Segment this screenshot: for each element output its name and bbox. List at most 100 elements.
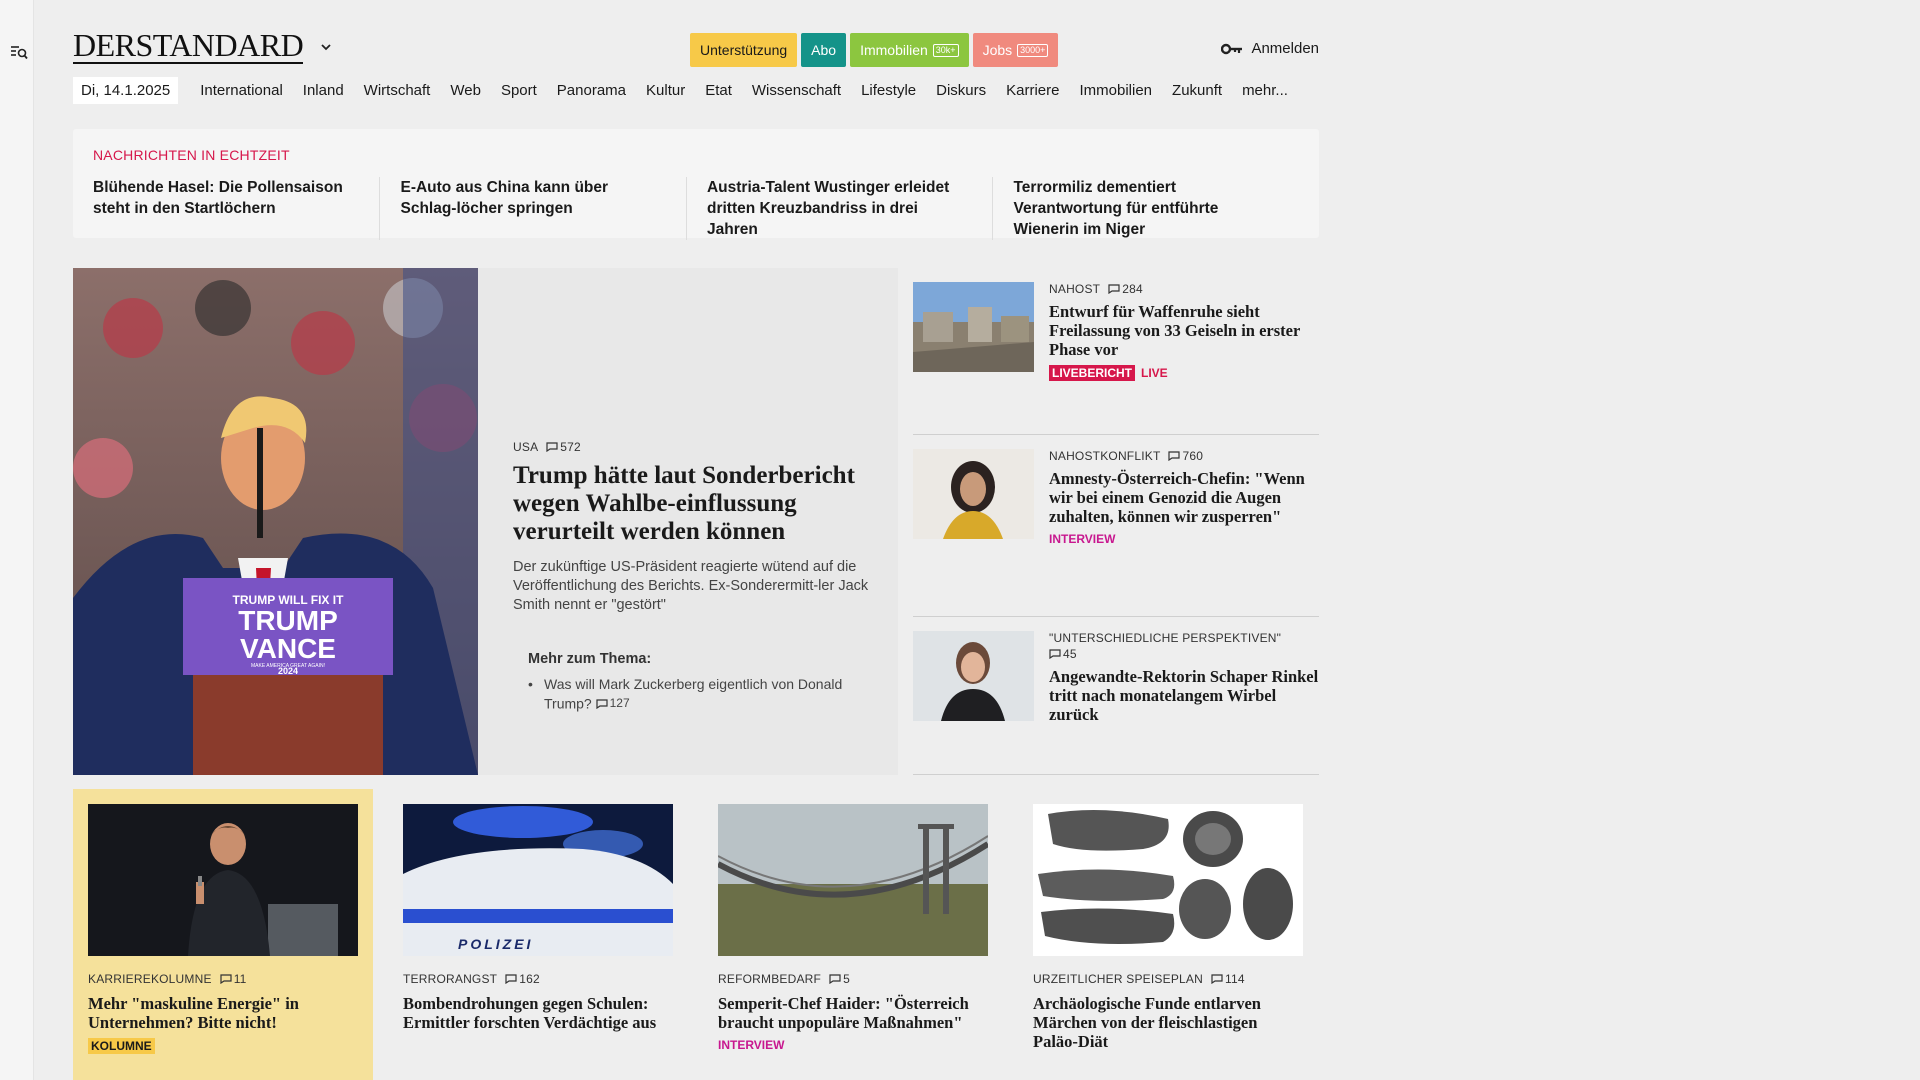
livebericht-badge: LIVEBERICHT xyxy=(1049,365,1136,381)
service-pills: Unterstützung Abo Immobilien 30k+ Jobs 300… xyxy=(690,33,1059,67)
side-story[interactable]: "UNTERSCHIEDLICHE PERSPEKTIVEN" 45 Angew… xyxy=(913,617,1319,775)
immobilien-count: 30k+ xyxy=(932,43,959,57)
bottom-stories: KARRIEREKOLUMNE 11 Mehr "maskuline Energ… xyxy=(73,789,1319,1080)
side-story[interactable]: NAHOSTKONFLIKT 760 Amnesty-Österreich-Ch… xyxy=(913,435,1319,617)
interview-badge: INTERVIEW xyxy=(1049,532,1116,546)
interview-badge: INTERVIEW xyxy=(718,1038,785,1052)
live-ticker: NACHRICHTEN IN ECHTZEIT Blühende Hasel: … xyxy=(73,129,1319,240)
login-button[interactable]: Anmelden xyxy=(1221,40,1319,57)
story-card[interactable]: REFORMBEDARF 5 Semperit-Chef Haider: "Ös… xyxy=(703,789,1003,1080)
current-date: Di, 14.1.2025 xyxy=(73,76,179,104)
left-rail xyxy=(0,0,34,1080)
story-image[interactable] xyxy=(913,449,1034,539)
comment-count[interactable]: 760 xyxy=(1168,449,1203,463)
site-logo[interactable]: DERSTANDARD xyxy=(73,28,304,64)
story-headline[interactable]: Entwurf für Waffenruhe sieht Freilassung… xyxy=(1049,302,1319,359)
story-image[interactable] xyxy=(913,631,1034,721)
story-headline[interactable]: Mehr "maskuline Energie" in Unternehmen?… xyxy=(88,994,358,1032)
related-link[interactable]: Was will Mark Zuckerberg eigentlich von … xyxy=(528,675,873,714)
lead-story[interactable]: TRUMP WILL FIX IT TRUMP VANCE MAKE AMERI… xyxy=(73,268,898,775)
nav-item[interactable]: Zukunft xyxy=(1162,82,1232,99)
comment-icon xyxy=(220,974,232,984)
sign-line1: TRUMP xyxy=(238,605,338,636)
nav-item[interactable]: Panorama xyxy=(547,82,636,99)
story-headline[interactable]: Semperit-Chef Haider: "Österreich brauch… xyxy=(718,994,988,1032)
comment-count[interactable]: 572 xyxy=(546,440,581,454)
comment-count[interactable]: 162 xyxy=(505,972,540,986)
ticker-item[interactable]: Blühende Hasel: Die Pollensaison steht i… xyxy=(93,177,379,240)
story-image[interactable] xyxy=(913,282,1034,372)
story-card[interactable]: URZEITLICHER SPEISEPLAN 114 Archäologisc… xyxy=(1018,789,1318,1080)
lead-photo: TRUMP WILL FIX IT TRUMP VANCE MAKE AMERI… xyxy=(73,268,478,775)
nav-item[interactable]: Sport xyxy=(491,82,547,99)
comment-count[interactable]: 11 xyxy=(220,972,247,986)
story-headline[interactable]: Amnesty-Österreich-Chefin: "Wenn wir bei… xyxy=(1049,469,1319,526)
related-articles: Mehr zum Thema: Was will Mark Zuckerberg… xyxy=(513,651,873,714)
police-text: POLIZEI xyxy=(458,936,533,952)
immobilien-button[interactable]: Immobilien 30k+ xyxy=(850,33,969,67)
comment-count[interactable]: 114 xyxy=(1211,972,1245,986)
nav-item[interactable]: Kultur xyxy=(636,82,695,99)
story-kicker: TERRORANGST 162 xyxy=(403,972,540,986)
menu-search-icon[interactable] xyxy=(10,44,28,60)
lead-kicker: USA 572 xyxy=(513,440,581,454)
nav-item[interactable]: Etat xyxy=(695,82,742,99)
lead-image[interactable]: TRUMP WILL FIX IT TRUMP VANCE MAKE AMERI… xyxy=(73,268,478,775)
comment-icon xyxy=(829,974,841,984)
story-kicker: "UNTERSCHIEDLICHE PERSPEKTIVEN" xyxy=(1049,631,1282,645)
comment-icon xyxy=(505,974,517,984)
story-card[interactable]: POLIZEI TERRORANGST 162 Bombendrohungen … xyxy=(388,789,688,1080)
story-kicker: REFORMBEDARF 5 xyxy=(718,972,850,986)
sign-line2: VANCE xyxy=(240,633,336,664)
comment-icon xyxy=(1168,451,1181,461)
support-button[interactable]: Unterstützung xyxy=(690,33,798,67)
comment-count[interactable]: 284 xyxy=(1108,282,1143,296)
comment-count[interactable]: 127 xyxy=(596,694,630,713)
ticker-item[interactable]: Terrormiliz dementiert Verantwortung für… xyxy=(992,177,1299,240)
story-kicker: NAHOSTKONFLIKT 760 xyxy=(1049,449,1204,463)
story-kicker: NAHOST 284 xyxy=(1049,282,1143,296)
nav-item[interactable]: Wissenschaft xyxy=(742,82,851,99)
nav-item[interactable]: Karriere xyxy=(996,82,1069,99)
page: DERSTANDARD Unterstützung Abo Immobilien… xyxy=(73,0,1319,1080)
ticker-item[interactable]: Austria-Talent Wustinger erleidet dritte… xyxy=(685,177,993,240)
story-card[interactable]: KARRIEREKOLUMNE 11 Mehr "maskuline Energ… xyxy=(73,789,373,1080)
comment-count[interactable]: 45 xyxy=(1049,647,1077,661)
story-headline[interactable]: Angewandte-Rektorin Schaper Rinkel tritt… xyxy=(1049,667,1319,724)
ticker-heading: NACHRICHTEN IN ECHTZEIT xyxy=(93,147,290,163)
related-heading: Mehr zum Thema: xyxy=(528,651,652,667)
nav-item[interactable]: Inland xyxy=(293,82,354,99)
main-nav: Di, 14.1.2025 International Inland Wirts… xyxy=(73,72,1319,108)
sign-year: 2024 xyxy=(278,666,298,676)
comment-count[interactable]: 5 xyxy=(829,972,850,986)
comment-icon xyxy=(596,698,608,709)
live-badge: LIVE xyxy=(1141,366,1168,380)
nav-item[interactable]: Wirtschaft xyxy=(354,82,441,99)
ticker-item[interactable]: E-Auto aus China kann über Schlag-löcher… xyxy=(379,177,686,240)
nav-more[interactable]: mehr... xyxy=(1232,82,1298,99)
abo-button[interactable]: Abo xyxy=(801,33,847,67)
story-image[interactable] xyxy=(88,804,358,956)
story-headline[interactable]: Archäologische Funde entlarven Märchen v… xyxy=(1033,994,1303,1051)
jobs-button[interactable]: Jobs 3000+ xyxy=(972,33,1059,67)
comment-icon xyxy=(546,442,558,452)
side-stories: NAHOST 284 Entwurf für Waffenruhe sieht … xyxy=(913,268,1319,775)
login-label: Anmelden xyxy=(1251,40,1319,57)
kolumne-badge: KOLUMNE xyxy=(88,1038,155,1054)
side-story[interactable]: NAHOST 284 Entwurf für Waffenruhe sieht … xyxy=(913,268,1319,435)
story-image[interactable]: POLIZEI xyxy=(403,804,673,956)
lead-headline[interactable]: Trump hätte laut Sonderbericht wegen Wah… xyxy=(513,462,873,546)
story-headline[interactable]: Bombendrohungen gegen Schulen: Ermittler… xyxy=(403,994,673,1032)
story-image[interactable] xyxy=(718,804,988,956)
nav-item[interactable]: Web xyxy=(440,82,491,99)
lead-teaser: Der zukünftige US-Präsident reagierte wü… xyxy=(513,559,869,613)
nav-item[interactable]: International xyxy=(190,82,293,99)
story-kicker: KARRIEREKOLUMNE 11 xyxy=(88,972,247,986)
chevron-down-icon[interactable] xyxy=(319,42,333,52)
nav-item[interactable]: Diskurs xyxy=(926,82,996,99)
comment-icon xyxy=(1211,974,1223,984)
nav-item[interactable]: Lifestyle xyxy=(851,82,926,99)
nav-item[interactable]: Immobilien xyxy=(1070,82,1163,99)
header: DERSTANDARD Unterstützung Abo Immobilien… xyxy=(73,0,1319,70)
story-image[interactable] xyxy=(1033,804,1303,956)
